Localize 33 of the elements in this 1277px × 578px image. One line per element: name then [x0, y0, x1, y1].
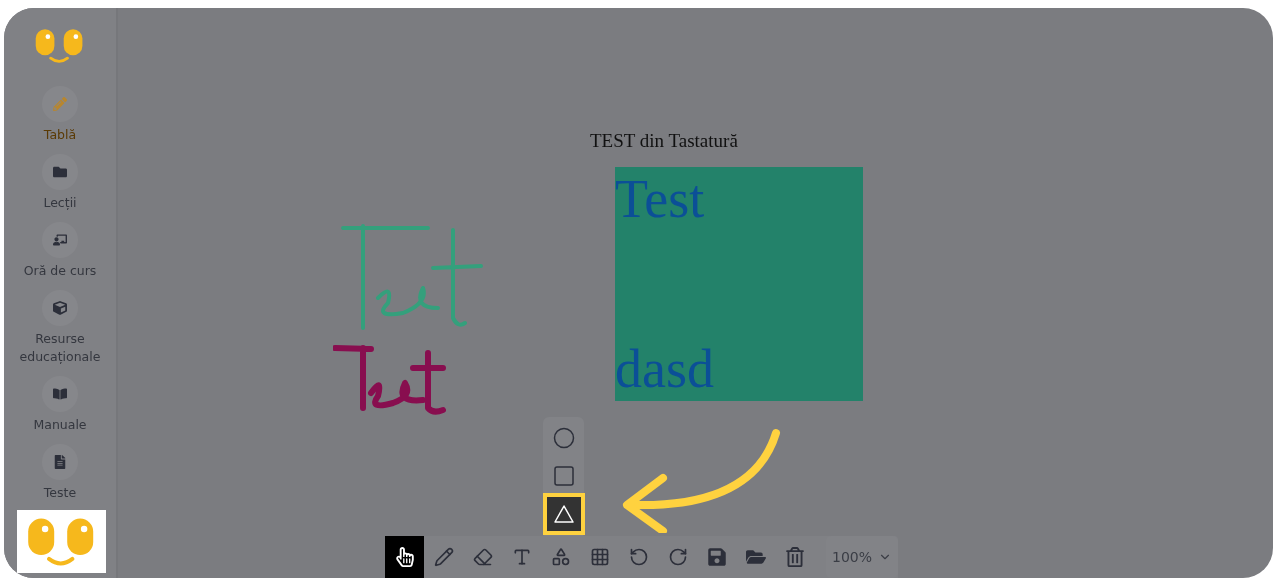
nav-label[interactable]: Teste — [10, 484, 110, 502]
hand-tool[interactable] — [385, 536, 424, 578]
nav-label[interactable]: Oră de curs — [10, 262, 110, 280]
nav-icon-button[interactable] — [42, 376, 78, 412]
teacher-icon — [53, 233, 67, 247]
eraser-icon — [472, 547, 493, 567]
nav-label[interactable]: Lecții — [10, 194, 110, 212]
canvas-text: TEST din Tastatură — [590, 130, 738, 152]
grid-icon — [589, 547, 610, 567]
pencil-icon — [53, 97, 67, 111]
nav-label[interactable]: Manuale — [10, 416, 110, 434]
nav-icon-button[interactable] — [42, 222, 78, 258]
hand-pointer-icon — [394, 547, 415, 567]
square-icon — [552, 465, 575, 487]
folder-icon — [745, 547, 766, 567]
nav-icon-button[interactable] — [42, 290, 78, 326]
shapes-icon — [550, 547, 571, 567]
folder-icon — [53, 165, 67, 179]
nav-label[interactable]: Tablă — [10, 126, 110, 144]
nav-icon-button[interactable] — [42, 154, 78, 190]
shape-option[interactable] — [542, 493, 585, 535]
trash-icon — [784, 547, 805, 567]
save-icon — [706, 547, 727, 567]
undo-icon — [628, 547, 649, 567]
redo-icon — [667, 547, 688, 567]
document-icon — [53, 455, 67, 469]
triangle-icon — [552, 504, 575, 524]
nav-icon-button[interactable] — [42, 444, 78, 480]
nav-label[interactable]: Resurse educaționale — [10, 330, 110, 366]
cube-icon — [53, 301, 67, 315]
book-icon — [53, 387, 67, 401]
circle-icon — [552, 427, 575, 449]
pencil-icon — [433, 547, 454, 567]
